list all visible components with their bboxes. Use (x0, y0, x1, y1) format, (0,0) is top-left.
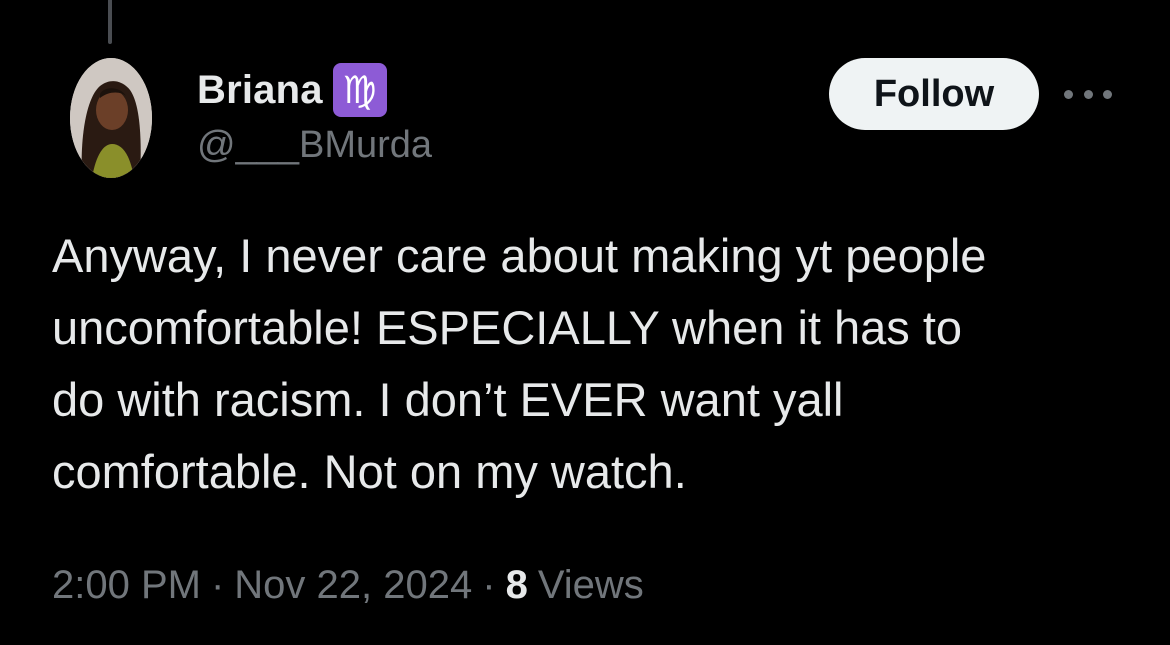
virgo-zodiac-icon: ♍ (332, 63, 387, 117)
author-name-row: Briana ♍ (197, 63, 387, 117)
tweet-text-line: do with racism. I don’t EVER want yall (52, 373, 844, 426)
views-label[interactable]: Views (538, 563, 644, 608)
more-dot (1083, 89, 1093, 99)
tweet-text-line: uncomfortable! ESPECIALLY when it has to (52, 301, 963, 354)
tweet-text-line: Anyway, I never care about making yt peo… (52, 229, 987, 282)
tweet-text-line: comfortable. Not on my watch. (52, 445, 687, 498)
meta-separator: · (210, 562, 225, 607)
more-dot (1064, 89, 1073, 99)
meta-separator: · (482, 562, 496, 607)
follow-button[interactable]: Follow (829, 58, 1039, 130)
tweet-text: Anyway, I never care about making yt peo… (52, 220, 1132, 508)
views-count[interactable]: 8 (506, 563, 528, 608)
avatar[interactable] (70, 58, 152, 178)
author-display-name[interactable]: Briana (197, 68, 323, 113)
author-handle[interactable]: @___BMurda (197, 124, 432, 167)
more-horizontal-icon[interactable] (1064, 82, 1112, 106)
thread-connector-line (108, 0, 112, 44)
tweet-time[interactable]: 2:00 PM (52, 563, 201, 608)
tweet-metadata: 2:00 PM · Nov 22, 2024 · 8 Views (52, 557, 644, 613)
avatar-image (70, 58, 152, 178)
more-dot (1103, 89, 1112, 99)
tweet-date[interactable]: Nov 22, 2024 (234, 563, 472, 608)
